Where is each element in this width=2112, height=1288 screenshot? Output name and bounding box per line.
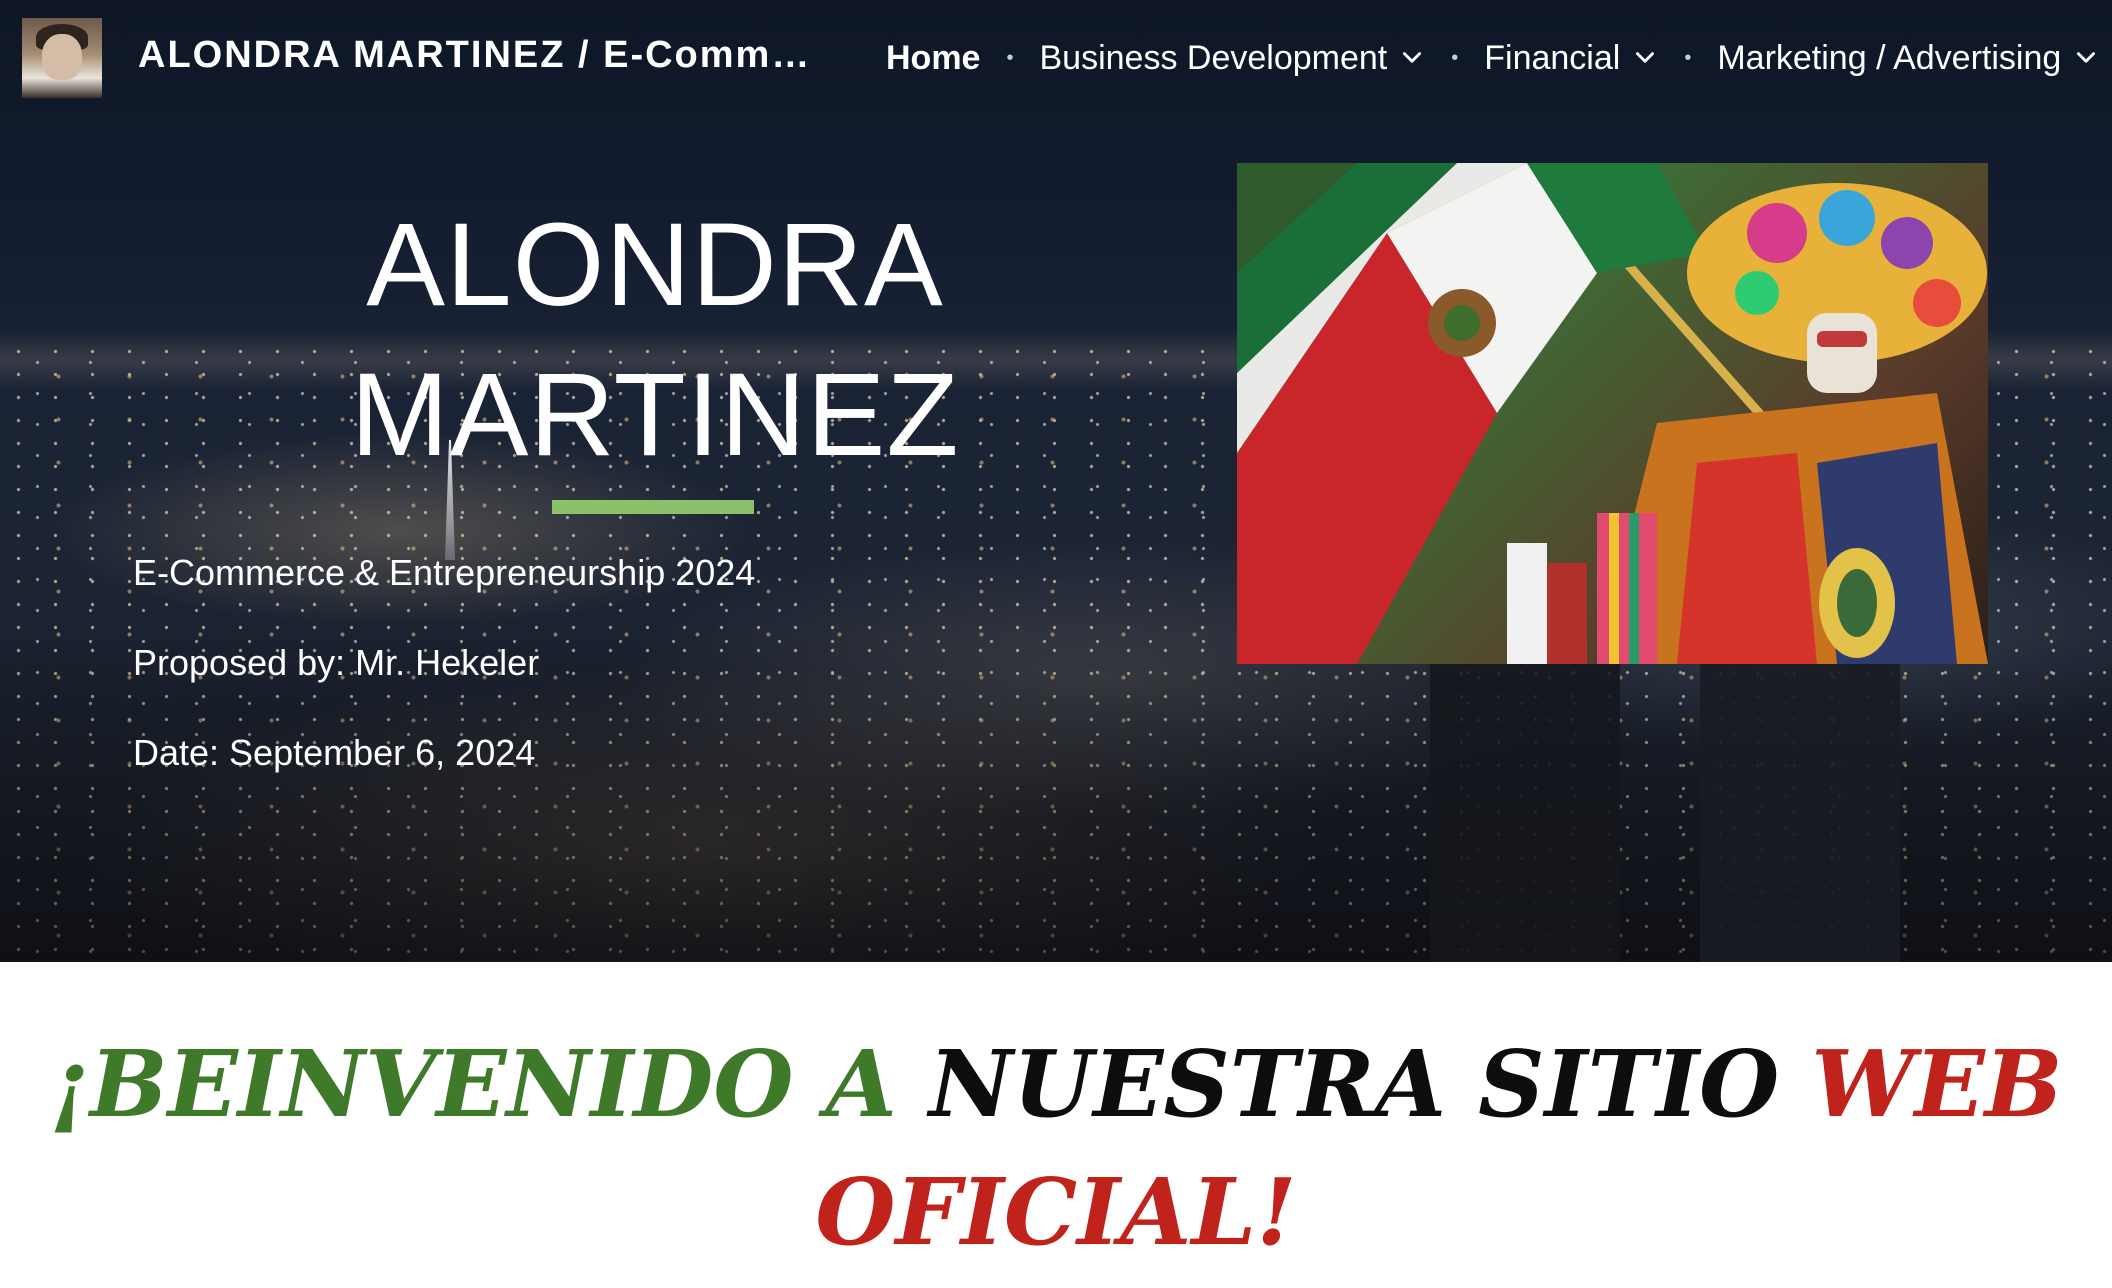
nav-separator: •: [1684, 46, 1692, 69]
hero-proposed-by: Proposed by: Mr. Hekeler: [133, 642, 540, 683]
welcome-part-green: ¡BEINVENIDO A: [49, 1030, 897, 1138]
nav-business-development[interactable]: Business Development: [1039, 39, 1425, 78]
chevron-down-icon[interactable]: [2073, 45, 2099, 71]
profile-portrait-icon[interactable]: [22, 18, 102, 98]
chevron-down-icon[interactable]: [1632, 45, 1658, 71]
welcome-heading: ¡BEINVENIDO A NUESTRA SITIO WEB OFICIAL!: [0, 1020, 2112, 1276]
mexico-festival-photo: [1237, 163, 1988, 664]
hero-title-line2: MARTINEZ: [350, 349, 960, 481]
hero-title: ALONDRA MARTINEZ: [300, 190, 1010, 490]
main-nav: Home • Business Development • Financial …: [886, 34, 2099, 82]
site-title[interactable]: ALONDRA MARTINEZ / E-Comm…: [138, 34, 828, 77]
nav-separator: •: [1006, 46, 1014, 69]
hero-banner: ALONDRA MARTINEZ / E-Comm… Home • Busine…: [0, 0, 2112, 962]
hero-accent-divider: [552, 500, 754, 514]
nav-marketing-advertising-label: Marketing / Advertising: [1717, 38, 2062, 77]
nav-financial-label: Financial: [1484, 38, 1621, 77]
welcome-part-black: NUESTRA SITIO: [928, 1030, 1780, 1138]
nav-home[interactable]: Home: [886, 39, 980, 78]
chevron-down-icon[interactable]: [1399, 45, 1425, 71]
site-header: ALONDRA MARTINEZ / E-Comm… Home • Busine…: [0, 0, 2112, 118]
hero-subtitle: E-Commerce & Entrepreneurship 2024: [133, 552, 756, 593]
hero-date: Date: September 6, 2024: [133, 732, 536, 773]
nav-home-label: Home: [886, 38, 981, 77]
hero-title-line1: ALONDRA: [366, 199, 944, 331]
nav-business-development-label: Business Development: [1039, 38, 1388, 77]
nav-financial[interactable]: Financial: [1484, 39, 1658, 78]
nav-marketing-advertising[interactable]: Marketing / Advertising: [1717, 39, 2099, 78]
festival-illustration: [1237, 163, 1988, 664]
nav-separator: •: [1451, 46, 1459, 69]
